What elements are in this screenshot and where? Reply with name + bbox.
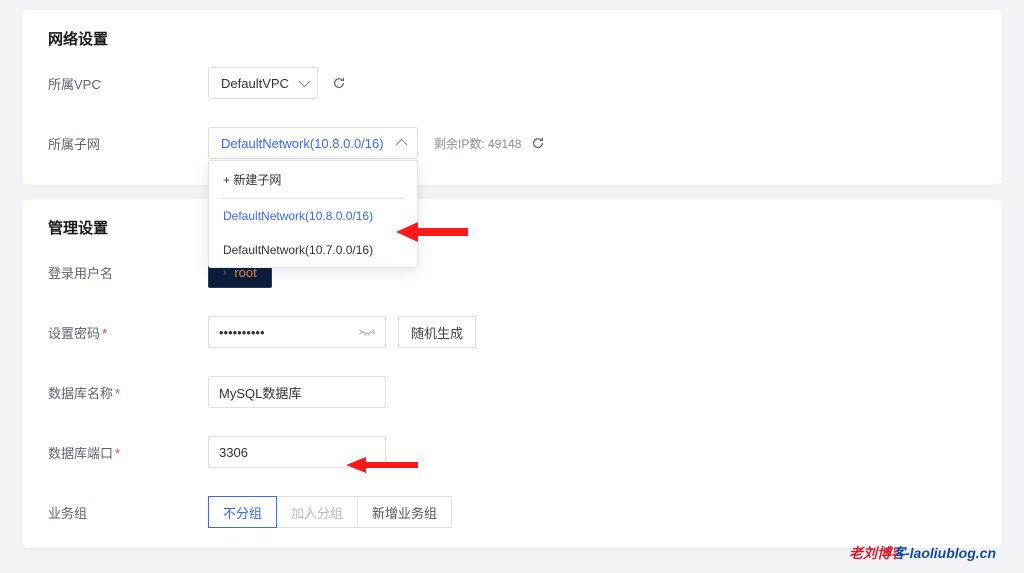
username-label: 登录用户名 (48, 263, 208, 282)
subnet-select[interactable]: DefaultNetwork(10.8.0.0/16) + 新建子网 Defau… (208, 127, 418, 159)
dbname-row: 数据库名称 (48, 376, 976, 408)
subnet-label: 所属子网 (48, 134, 208, 153)
group-row: 业务组 不分组 加入分组 新增业务组 (48, 496, 976, 528)
password-label: 设置密码 (48, 323, 208, 342)
new-subnet-option[interactable]: + 新建子网 (209, 161, 417, 198)
vpc-value: DefaultVPC (221, 76, 289, 91)
username-row: 登录用户名 › root (48, 256, 976, 288)
ip-count-text: 剩余IP数: 49148 (434, 135, 521, 152)
eye-icon[interactable] (358, 325, 376, 339)
group-new-button[interactable]: 新增业务组 (358, 496, 452, 528)
dbname-label: 数据库名称 (48, 383, 208, 402)
subnet-option-0[interactable]: DefaultNetwork(10.8.0.0/16) (209, 199, 417, 233)
group-none-button[interactable]: 不分组 (208, 496, 277, 528)
watermark: 老刘博客-laoliublog.cn (849, 543, 996, 563)
group-button-group: 不分组 加入分组 新增业务组 (208, 496, 452, 528)
password-row: 设置密码 随机生成 (48, 316, 976, 348)
vpc-label: 所属VPC (48, 74, 208, 93)
network-settings-card: 网络设置 所属VPC DefaultVPC 所属子网 DefaultNetwor… (22, 10, 1002, 185)
chevron-down-icon (299, 76, 310, 87)
group-label: 业务组 (48, 503, 208, 522)
port-row: 数据库端口 (48, 436, 976, 468)
management-settings-card: 管理设置 登录用户名 › root 设置密码 随机生成 数据库名称 数据库端口 (22, 199, 1002, 548)
chevron-right-icon: › (223, 267, 226, 278)
dbname-input[interactable] (208, 376, 386, 408)
subnet-row: 所属子网 DefaultNetwork(10.8.0.0/16) + 新建子网 … (48, 127, 976, 159)
group-join-button[interactable]: 加入分组 (277, 496, 358, 528)
vpc-select[interactable]: DefaultVPC (208, 67, 318, 99)
chevron-up-icon (396, 139, 407, 150)
random-password-button[interactable]: 随机生成 (398, 316, 476, 348)
refresh-icon[interactable] (332, 76, 346, 90)
annotation-arrow-icon (346, 456, 418, 474)
refresh-icon[interactable] (531, 136, 545, 150)
annotation-arrow-icon (396, 220, 468, 244)
port-label: 数据库端口 (48, 443, 208, 462)
management-section-title: 管理设置 (48, 217, 976, 238)
vpc-row: 所属VPC DefaultVPC (48, 67, 976, 99)
subnet-dropdown: + 新建子网 DefaultNetwork(10.8.0.0/16) Defau… (208, 160, 418, 268)
network-section-title: 网络设置 (48, 28, 976, 49)
subnet-value: DefaultNetwork(10.8.0.0/16) (221, 136, 384, 151)
subnet-option-1[interactable]: DefaultNetwork(10.7.0.0/16) (209, 233, 417, 267)
